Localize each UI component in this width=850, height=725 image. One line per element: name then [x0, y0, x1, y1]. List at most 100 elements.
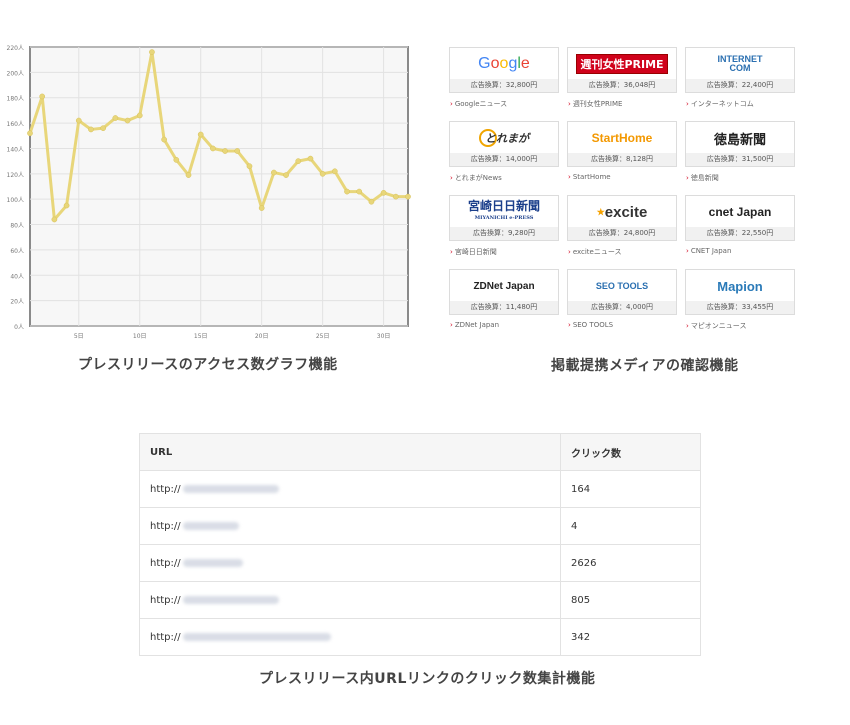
y-tick-label: 220人	[7, 45, 24, 52]
x-tick-label: 30日	[377, 333, 391, 340]
media-link[interactable]: › SEO TOOLS	[568, 321, 613, 329]
x-tick-label: 25日	[316, 333, 330, 340]
url-cell[interactable]: http://	[139, 544, 561, 582]
media-item[interactable]: 宮崎日日新聞 MIYANICHI e-PRESS 広告換算：9,280円 › 宮崎日…	[449, 195, 559, 261]
media-item[interactable]: Mapion 広告換算：33,455円 › マピオンニュース	[685, 269, 795, 335]
media-link[interactable]: › ZDNet Japan	[450, 321, 499, 329]
data-point	[51, 216, 58, 223]
data-point	[319, 170, 326, 177]
media-link[interactable]: › Googleニュース	[450, 99, 507, 109]
chevron-right-icon: ›	[568, 248, 571, 256]
data-point	[88, 126, 94, 133]
media-item[interactable]: StartHome 広告換算：8,128円 › StartHome	[567, 121, 677, 187]
media-item[interactable]: ★ excite 広告換算：24,800円 › exciteニュース	[567, 195, 677, 261]
media-stat: 広告換算：32,800円	[450, 79, 558, 92]
seo-tools-logo-text: SEO TOOLS	[595, 281, 649, 291]
x-tick-label: 15日	[194, 333, 208, 340]
data-point	[185, 172, 192, 178]
media-card[interactable]: cnet Japan 広告換算：22,550円	[685, 195, 795, 241]
chevron-right-icon: ›	[568, 321, 571, 329]
clicks-cell: 4	[560, 507, 701, 545]
y-tick-label: 20人	[10, 299, 24, 306]
starthome-logo: StartHome	[568, 124, 676, 152]
media-stat: 広告換算：22,550円	[686, 227, 794, 240]
media-stat: 広告換算：22,400円	[686, 79, 794, 92]
starthome-logo-text: StartHome	[591, 131, 653, 145]
tokushima-logo-text: 徳島新聞	[713, 132, 766, 148]
data-point	[344, 188, 350, 195]
data-point	[283, 172, 289, 178]
media-link[interactable]: › 週刊女性PRIME	[568, 99, 622, 109]
url-click-table: URL クリック数 http:// 164 http:// 4 http:// …	[139, 433, 701, 656]
media-item[interactable]: ZDNet Japan 広告換算：11,480円 › ZDNet Japan	[449, 269, 559, 335]
url-cell[interactable]: http://	[139, 618, 561, 656]
media-item[interactable]: SEO TOOLS 広告換算：4,000円 › SEO TOOLS	[567, 269, 677, 335]
media-card[interactable]: ★ excite 広告換算：24,800円	[567, 195, 677, 241]
url-cell[interactable]: http://	[139, 581, 561, 619]
media-link[interactable]: › 徳島新聞	[686, 173, 719, 183]
media-link[interactable]: › とれまがNews	[450, 173, 502, 183]
media-link[interactable]: › マピオンニュース	[686, 321, 746, 331]
clicks-cell: 805	[560, 581, 701, 619]
y-tick-label: 100人	[7, 197, 24, 204]
media-link[interactable]: › exciteニュース	[568, 247, 622, 257]
data-point	[331, 168, 338, 175]
zdnet-logo: ZDNet Japan	[450, 272, 558, 300]
zdnet-logo-text: ZDNet Japan	[473, 280, 535, 292]
media-item[interactable]: INTERNET COM 広告換算：22,400円 › インターネットコム	[685, 47, 795, 113]
mapion-logo: Mapion	[686, 272, 794, 300]
url-prefix: http://	[150, 557, 181, 569]
media-link[interactable]: › 宮崎日日新聞	[450, 247, 497, 257]
url-cell[interactable]: http://	[139, 470, 561, 508]
media-card[interactable]: ZDNet Japan 広告換算：11,480円	[449, 269, 559, 315]
blurred-url	[182, 521, 239, 530]
google-logo-letter: e	[520, 55, 530, 72]
media-card[interactable]: Google 広告換算：32,800円	[449, 47, 559, 93]
media-item[interactable]: 週刊女性PRIME 広告換算：36,048円 › 週刊女性PRIME	[567, 47, 677, 113]
data-point	[405, 193, 411, 200]
media-item[interactable]: とれまが 広告換算：14,000円 › とれまがNews	[449, 121, 559, 187]
prime-logo-text: 週刊女性PRIME	[576, 54, 668, 74]
star-icon: ★	[596, 206, 605, 217]
data-point	[124, 117, 131, 124]
access-line-chart: 0人 20人 40人 60人 80人 100人 120人 140人 160人 180人 200人 22…	[7, 45, 411, 340]
media-item[interactable]: cnet Japan 広告換算：22,550円 › CNET Japan	[685, 195, 795, 261]
excite-logo-text: excite	[604, 203, 648, 221]
media-card[interactable]: とれまが 広告換算：14,000円	[449, 121, 559, 167]
media-item[interactable]: Google 広告換算：32,800円 › Googleニュース	[449, 47, 559, 113]
media-link-label: SEO TOOLS	[572, 321, 614, 329]
media-card[interactable]: 宮崎日日新聞 MIYANICHI e-PRESS 広告換算：9,280円	[449, 195, 559, 241]
google-logo-letter: g	[508, 55, 518, 72]
media-card[interactable]: Mapion 広告換算：33,455円	[685, 269, 795, 315]
data-point	[112, 115, 119, 121]
media-card[interactable]: 徳島新聞 広告換算：31,500円	[685, 121, 795, 167]
miyanichi-logo-sub: MIYANICHI e-PRESS	[474, 215, 534, 221]
blurred-url	[182, 595, 279, 604]
data-point	[161, 136, 167, 143]
clicks-column-header: クリック数	[560, 433, 701, 471]
google-logo-letter: G	[478, 55, 491, 72]
clicks-cell: 342	[560, 618, 701, 656]
media-link[interactable]: › StartHome	[568, 173, 611, 181]
mapion-logo-text: Mapion	[717, 278, 763, 294]
x-tick-label: 20日	[255, 333, 269, 340]
media-card[interactable]: 週刊女性PRIME 広告換算：36,048円	[567, 47, 677, 93]
media-card[interactable]: SEO TOOLS 広告換算：4,000円	[567, 269, 677, 315]
data-point	[368, 198, 375, 205]
chevron-right-icon: ›	[450, 100, 453, 108]
prime-logo: 週刊女性PRIME	[568, 50, 676, 78]
media-stat: 広告換算：24,800円	[568, 227, 676, 240]
y-tick-label: 40人	[10, 273, 24, 280]
media-link[interactable]: › インターネットコム	[686, 99, 754, 109]
media-link-label: CNET Japan	[690, 247, 732, 255]
url-cell[interactable]: http://	[139, 507, 561, 545]
y-tick-label: 0人	[14, 324, 24, 331]
media-link[interactable]: › CNET Japan	[686, 247, 731, 255]
media-card[interactable]: StartHome 広告換算：8,128円	[567, 121, 677, 167]
media-card[interactable]: INTERNET COM 広告換算：22,400円	[685, 47, 795, 93]
media-stat: 広告換算：36,048円	[568, 79, 676, 92]
data-point	[392, 193, 399, 200]
data-point	[63, 202, 70, 209]
media-stat: 広告換算：14,000円	[450, 153, 558, 166]
media-item[interactable]: 徳島新聞 広告換算：31,500円 › 徳島新聞	[685, 121, 795, 187]
